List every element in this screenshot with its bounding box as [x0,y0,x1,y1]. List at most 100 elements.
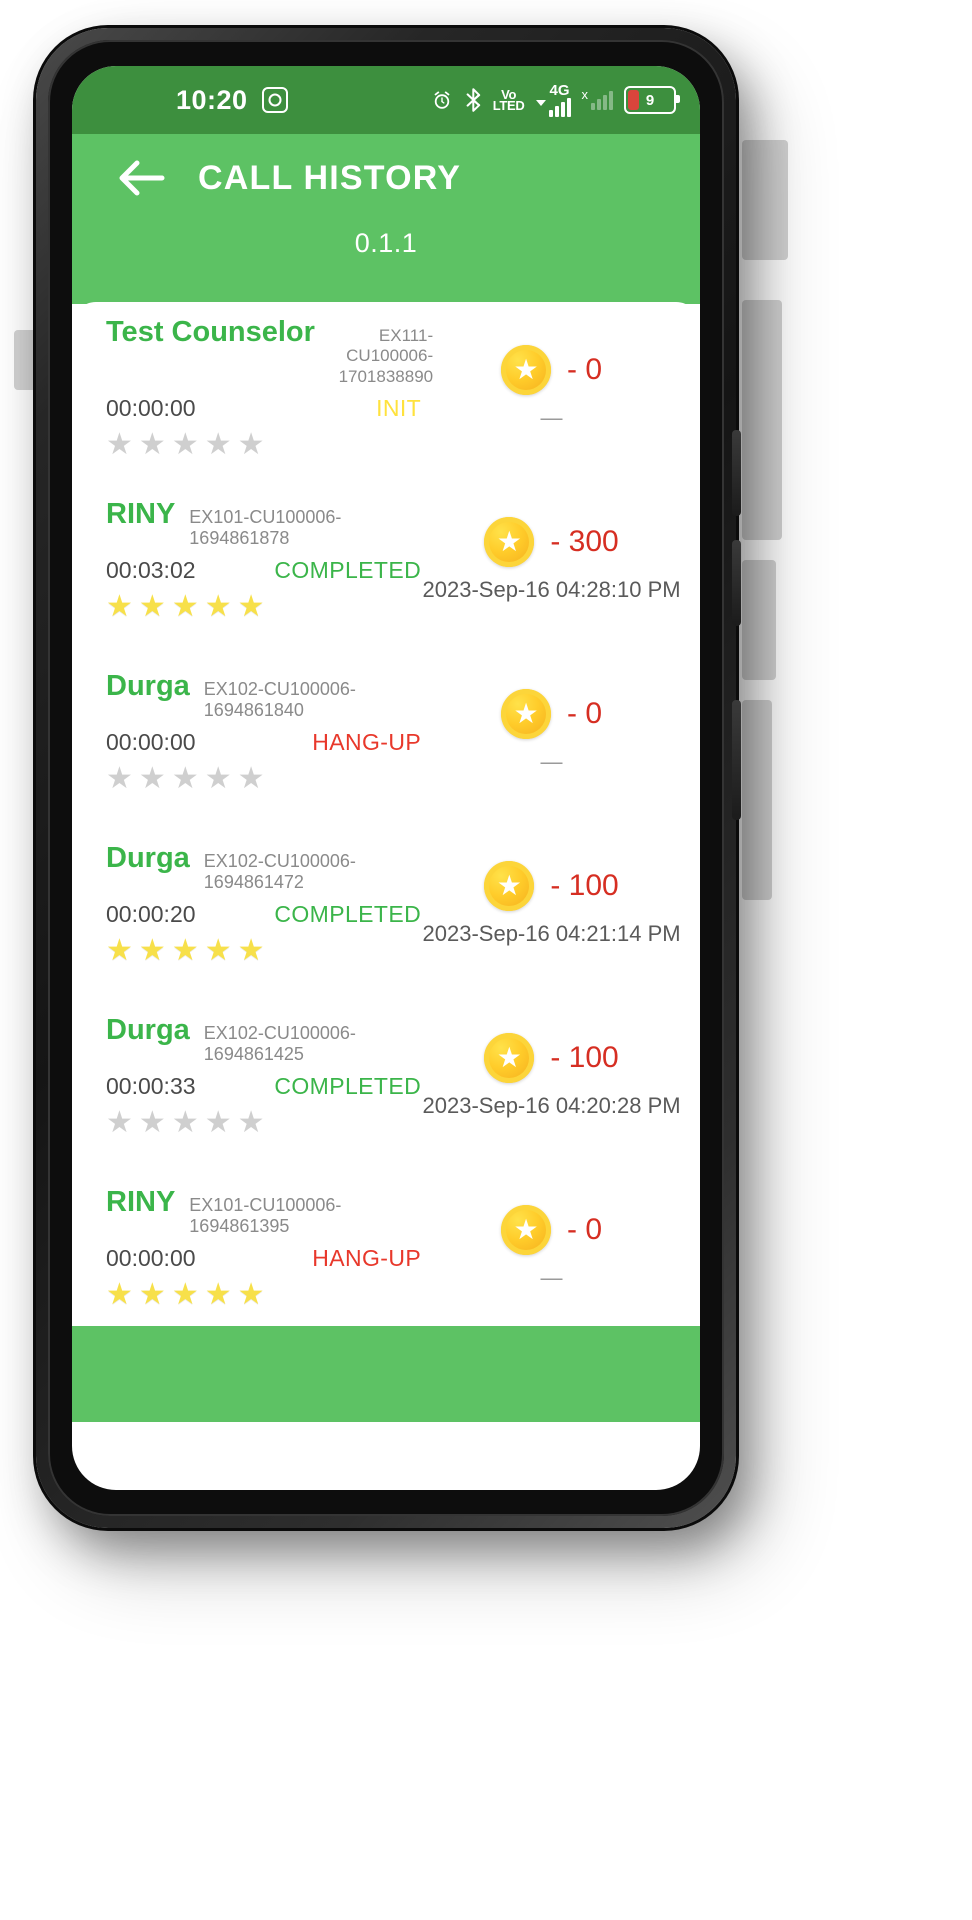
call-id-label: EX102-CU100006-1694861472 [203,850,356,892]
call-status-badge: HANG-UP [312,1245,422,1272]
bluetooth-icon [466,88,480,112]
call-timestamp: 2023-Sep-16 04:28:10 PM [422,577,681,602]
counselor-name: Durga [106,669,190,702]
rating-stars: ★ ★ ★ ★ ★ [106,1280,433,1310]
call-meta-line: 00:00:33 COMPLETED [106,1073,433,1100]
call-status-badge: HANG-UP [312,729,422,756]
coin-amount: - 100 [550,1041,619,1074]
coin-amount-line: ★ - 0 [433,689,670,739]
star-icon: ★ [138,427,166,461]
call-timestamp: 2023-Sep-16 04:21:14 PM [422,921,681,946]
star-icon: ★ [138,1278,166,1312]
star-icon: ★ [204,762,232,796]
call-status-badge: COMPLETED [274,1073,422,1100]
call-row-left: RINY EX101-CU100006-1694861878 00:03:02 COM… [106,498,433,622]
rating-stars: ★ ★ ★ ★ ★ [106,764,433,794]
version-row: 0.1.1 [72,222,700,304]
call-meta-line: 00:00:00 HANG-UP [106,729,433,756]
background-panel-edge [742,140,788,260]
coin-amount-line: ★ - 100 [433,861,670,911]
call-id-label: EX111-CU100006- 1701838890 [317,326,434,386]
call-name-line: RINY EX101-CU100006-1694861395 [106,1186,433,1237]
signal-sim2: x [582,88,613,110]
call-id-line-2: 1701838890 [338,366,434,386]
status-bar-right: Vo LTED 4G x 9 [430,83,680,117]
coin-icon: ★ [484,1033,535,1083]
data-arrow-icon [535,99,546,106]
coin-amount-line: ★ - 300 [433,517,670,567]
star-icon: ★ [204,1278,232,1312]
call-name-line: RINY EX101-CU100006-1694861878 [106,498,433,549]
volume-down-button[interactable] [732,540,741,626]
back-button[interactable] [112,149,170,207]
call-duration: 00:00:00 [106,394,196,421]
battery-level-label: 9 [645,91,655,109]
coin-star-icon: ★ [513,1214,539,1245]
signal-sim1: 4G [535,83,571,117]
call-row-right: ★ - 300 2023-Sep-16 04:28:10 PM [423,517,681,603]
call-history-row[interactable]: Durga EX102-CU100006-1694861425 00:00:33 CO… [72,990,700,1162]
star-icon: ★ [138,934,166,968]
volume-up-button[interactable] [732,430,741,516]
call-name-line: Test Counselor EX111-CU100006- 1701838890 [106,316,433,386]
camera-icon [261,87,288,113]
page-title: CALL HISTORY [198,158,462,197]
signal-bars-inactive-icon [591,90,613,110]
bottom-bar [72,1326,700,1422]
star-icon: ★ [171,1106,199,1140]
call-status-badge: COMPLETED [274,901,422,928]
coin-icon: ★ [501,689,552,739]
power-button[interactable] [732,700,741,820]
background-panel-edge [742,700,772,900]
call-duration: 00:00:33 [106,1073,196,1100]
star-icon: ★ [106,590,133,624]
app-version-label: 0.1.1 [354,228,418,258]
call-history-row[interactable]: Test Counselor EX111-CU100006- 1701838890 0… [72,302,700,474]
star-icon: ★ [237,590,265,624]
call-name-line: Durga EX102-CU100006-1694861425 [106,1014,433,1065]
call-history-row[interactable]: RINY EX101-CU100006-1694861395 00:00:00 HAN… [72,1162,700,1334]
coin-icon: ★ [501,1205,552,1255]
call-row-left: Durga EX102-CU100006-1694861425 00:00:33 CO… [106,1014,433,1138]
star-icon: ★ [171,934,199,968]
call-history-row[interactable]: Durga EX102-CU100006-1694861840 00:00:00 HA… [72,646,700,818]
call-duration: 00:00:00 [106,729,196,756]
background-panel-edge [742,300,782,540]
rating-stars: ★ ★ ★ ★ ★ [106,592,433,622]
coin-icon: ★ [501,345,552,395]
call-name-line: Durga EX102-CU100006-1694861472 [106,842,433,893]
call-duration: 00:03:02 [106,557,196,584]
coin-star-icon: ★ [513,354,539,385]
star-icon: ★ [106,1278,133,1312]
volte-bottom-label: LTED [492,98,525,113]
star-icon: ★ [106,762,133,796]
call-timestamp: — [540,749,563,774]
star-icon: ★ [237,934,265,968]
call-history-list[interactable]: Test Counselor EX111-CU100006- 1701838890 0… [72,302,700,1422]
call-id-label: EX102-CU100006-1694861425 [203,1022,356,1064]
status-bar: 10:20 Vo LTED 4G x 9 [72,66,700,134]
star-icon: ★ [204,1106,232,1140]
call-id-label: EX101-CU100006-1694861395 [189,1194,342,1236]
call-history-row[interactable]: Durga EX102-CU100006-1694861472 00:00:20 CO… [72,818,700,990]
phone-screen: 10:20 Vo LTED 4G x 9 CALL HISTORY 0.1.1 … [72,66,700,1490]
phone-bezel: 10:20 Vo LTED 4G x 9 CALL HISTORY 0.1.1 … [48,40,724,1516]
call-timestamp: 2023-Sep-16 04:20:28 PM [422,1093,681,1118]
star-icon: ★ [106,1106,133,1140]
call-meta-line: 00:00:00 INIT [106,395,433,422]
counselor-name: Durga [106,1013,190,1046]
coin-star-icon: ★ [496,870,522,901]
rating-stars: ★ ★ ★ ★ ★ [106,936,433,966]
alarm-clock-icon [434,91,450,109]
star-icon: ★ [171,762,199,796]
call-row-right: ★ - 0— [433,345,670,431]
call-id-label: EX101-CU100006-1694861878 [189,506,342,548]
call-history-row[interactable]: RINY EX101-CU100006-1694861878 00:03:02 COM… [72,474,700,646]
rating-stars: ★ ★ ★ ★ ★ [106,1108,433,1138]
battery-fill [628,90,639,110]
call-row-right: ★ - 0 — [433,689,670,775]
coin-icon: ★ [484,517,535,567]
coin-amount: - 0 [567,1213,603,1246]
call-duration: 00:00:20 [106,901,196,928]
call-meta-line: 00:00:00 HANG-UP [106,1245,433,1272]
